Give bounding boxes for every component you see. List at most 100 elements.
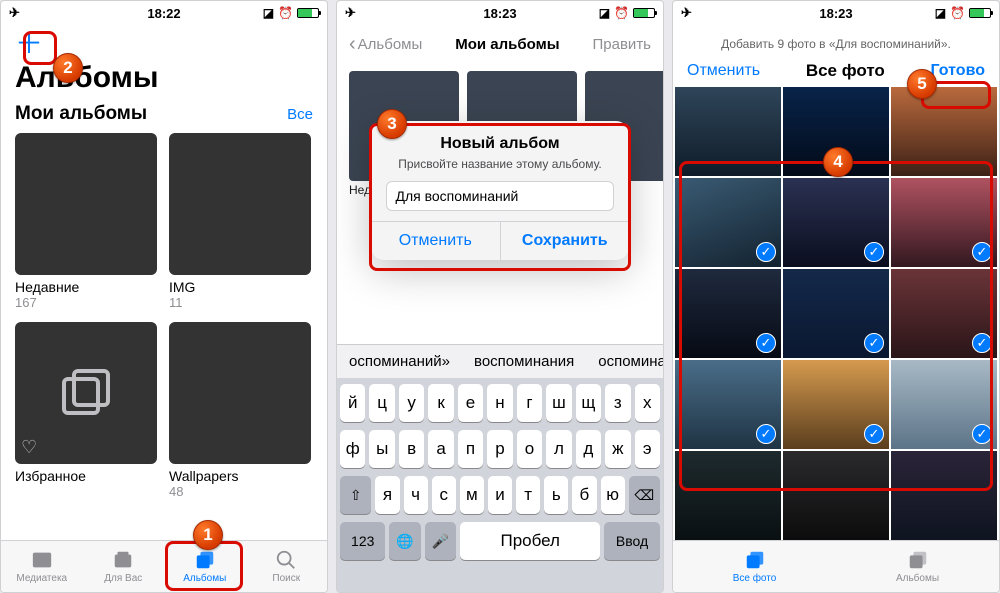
album-item[interactable]: IMG 11: [169, 133, 311, 310]
photo-cell[interactable]: ✓: [783, 269, 889, 358]
tab-for-you[interactable]: Для Вас: [83, 541, 165, 592]
screen-new-album: ✈︎ 18:23 ◪ ⏰ ‹Альбомы Мои альбомы Правит…: [336, 0, 664, 593]
key[interactable]: э: [635, 430, 660, 468]
photo-cell[interactable]: ✓: [783, 178, 889, 267]
key[interactable]: а: [428, 430, 453, 468]
photo-cell[interactable]: ✓: [675, 178, 781, 267]
key[interactable]: щ: [576, 384, 601, 422]
keyboard-candidates[interactable]: оспоминаний» воспоминания оспоминание: [337, 344, 663, 378]
keyboard[interactable]: йцукенгшщзх фывапролджэ ⇧ячсмитьбю⌫ 123 …: [337, 378, 663, 592]
photo-cell[interactable]: [891, 451, 997, 540]
airplane-icon: ✈︎: [681, 5, 692, 21]
key[interactable]: р: [487, 430, 512, 468]
photo-cell[interactable]: [675, 451, 781, 540]
key[interactable]: я: [375, 476, 399, 514]
album-count: 11: [169, 295, 311, 310]
photo-cell[interactable]: [783, 87, 889, 176]
albums-icon: [906, 549, 930, 571]
key-globe[interactable]: 🌐: [389, 522, 420, 560]
key[interactable]: з: [605, 384, 630, 422]
key[interactable]: у: [399, 384, 424, 422]
nav-icon: ◪: [935, 6, 946, 20]
key[interactable]: й: [340, 384, 365, 422]
check-icon: ✓: [756, 333, 776, 353]
check-icon: ✓: [756, 242, 776, 262]
see-all-link[interactable]: Все: [287, 106, 313, 123]
new-album-dialog: Новый альбом Присвойте название этому ал…: [371, 121, 629, 260]
key[interactable]: е: [458, 384, 483, 422]
tab-bar: Все фото Альбомы: [673, 540, 999, 592]
key-mic[interactable]: 🎤: [425, 522, 456, 560]
key-123[interactable]: 123: [340, 522, 385, 560]
battery-icon: [969, 8, 991, 18]
library-icon: [30, 549, 54, 571]
screen-picker: ✈︎ 18:23 ◪ ⏰ Добавить 9 фото в «Для восп…: [672, 0, 1000, 593]
tab-search[interactable]: Поиск: [246, 541, 328, 592]
key[interactable]: ⇧: [340, 476, 371, 514]
key[interactable]: д: [576, 430, 601, 468]
photo-cell[interactable]: ✓: [891, 178, 997, 267]
key[interactable]: с: [432, 476, 456, 514]
section-title: Мои альбомы: [15, 103, 147, 125]
photo-cell[interactable]: [891, 87, 997, 176]
tab-all-photos[interactable]: Все фото: [673, 541, 836, 592]
tab-albums[interactable]: Альбомы: [164, 541, 246, 592]
check-icon: ✓: [756, 424, 776, 444]
cancel-button[interactable]: Отменить: [371, 222, 500, 260]
key[interactable]: т: [516, 476, 540, 514]
albums-icon: [193, 549, 217, 571]
key[interactable]: н: [487, 384, 512, 422]
key[interactable]: ⌫: [629, 476, 660, 514]
airplane-icon: ✈︎: [9, 5, 20, 21]
key[interactable]: и: [488, 476, 512, 514]
check-icon: ✓: [972, 242, 992, 262]
alarm-icon: ⏰: [950, 6, 965, 20]
photo-cell[interactable]: ✓: [675, 269, 781, 358]
add-button[interactable]: ＋: [15, 29, 45, 59]
key-space[interactable]: Пробел: [460, 522, 600, 560]
foryou-icon: [111, 549, 135, 571]
nav-icon: ◪: [263, 6, 274, 20]
save-button[interactable]: Сохранить: [500, 222, 630, 260]
key[interactable]: о: [517, 430, 542, 468]
album-item[interactable]: ♡ Избранное: [15, 322, 157, 499]
photo-cell[interactable]: ✓: [783, 360, 889, 449]
album-item[interactable]: Wallpapers 48: [169, 322, 311, 499]
key[interactable]: б: [572, 476, 596, 514]
album-name-input[interactable]: [386, 181, 613, 211]
photo-cell[interactable]: ✓: [891, 360, 997, 449]
key[interactable]: х: [635, 384, 660, 422]
photo-cell[interactable]: [675, 87, 781, 176]
photo-cell[interactable]: ✓: [891, 269, 997, 358]
key[interactable]: ш: [546, 384, 571, 422]
page-title: Альбомы: [15, 61, 313, 95]
search-icon: [274, 549, 298, 571]
album-name: Недавние: [15, 279, 157, 295]
key[interactable]: ь: [544, 476, 568, 514]
clock: 18:23: [819, 6, 852, 21]
status-bar: ✈︎ 18:22 ◪ ⏰: [1, 1, 327, 25]
album-name: Избранное: [15, 468, 157, 484]
key[interactable]: ц: [369, 384, 394, 422]
photo-cell[interactable]: ✓: [675, 360, 781, 449]
key[interactable]: ф: [340, 430, 365, 468]
key[interactable]: г: [517, 384, 542, 422]
key[interactable]: ю: [601, 476, 625, 514]
key[interactable]: ы: [369, 430, 394, 468]
check-icon: ✓: [864, 333, 884, 353]
key[interactable]: ж: [605, 430, 630, 468]
key-enter[interactable]: Ввод: [604, 522, 660, 560]
key[interactable]: п: [458, 430, 483, 468]
key[interactable]: л: [546, 430, 571, 468]
album-item[interactable]: Недавние 167: [15, 133, 157, 310]
allphotos-icon: [743, 549, 767, 571]
key[interactable]: м: [460, 476, 484, 514]
key[interactable]: ч: [404, 476, 428, 514]
photo-cell[interactable]: [783, 451, 889, 540]
key[interactable]: в: [399, 430, 424, 468]
key[interactable]: к: [428, 384, 453, 422]
tab-library[interactable]: Медиатека: [1, 541, 83, 592]
done-button[interactable]: Готово: [931, 62, 985, 80]
cancel-button[interactable]: Отменить: [687, 62, 760, 80]
tab-albums[interactable]: Альбомы: [836, 541, 999, 592]
